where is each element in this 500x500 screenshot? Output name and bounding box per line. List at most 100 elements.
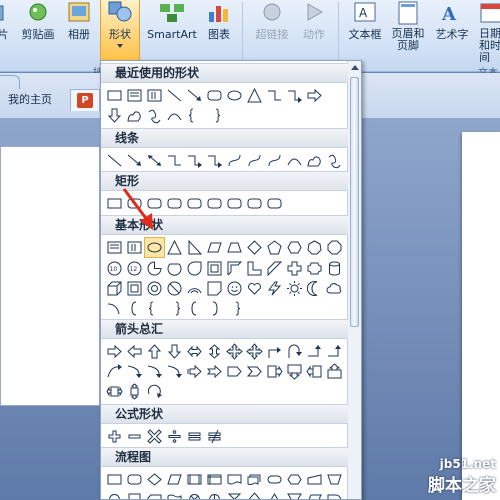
shape-oct-icon[interactable] [325, 238, 344, 257]
shape-eqPlus-icon[interactable] [105, 427, 124, 446]
shape-rtri-icon[interactable] [185, 238, 204, 257]
shape-dblarrow-icon[interactable] [145, 151, 164, 170]
shape-elbowar-icon[interactable] [285, 86, 304, 105]
shape-fDelay-icon[interactable] [325, 490, 344, 499]
shape-frame-icon[interactable] [205, 259, 224, 278]
scroll-thumb[interactable] [350, 77, 359, 327]
clipart-button[interactable]: 剪贴画 [16, 0, 60, 62]
shape-brace-icon[interactable] [185, 106, 204, 125]
shape-arrowln-icon[interactable] [185, 86, 204, 105]
shape-bevel-icon[interactable] [125, 279, 144, 298]
shape-fOr-icon[interactable] [205, 490, 224, 499]
shape-can-icon[interactable] [325, 259, 344, 278]
shape-cross4-icon[interactable] [225, 342, 244, 361]
shape-scurve-icon[interactable] [245, 151, 264, 170]
shape-fJunc-icon[interactable] [185, 490, 204, 499]
shape-brack-icon[interactable] [125, 299, 144, 318]
shape-noSym-icon[interactable] [165, 279, 184, 298]
chart-button[interactable]: 图表 [204, 0, 234, 62]
shape-fDoc-icon[interactable] [225, 470, 244, 489]
shape-braceR-icon[interactable] [225, 299, 244, 318]
shape-notched-icon[interactable] [205, 362, 224, 381]
shape-rrect-icon[interactable] [225, 194, 244, 213]
shape-callU-icon[interactable] [325, 362, 344, 381]
action-button[interactable]: 动作 [298, 0, 330, 62]
shape-curvedD-icon[interactable] [145, 362, 164, 381]
scroll-up-icon[interactable] [351, 65, 359, 70]
shape-rrect-icon[interactable] [245, 194, 264, 213]
shape-pie-icon[interactable] [145, 259, 164, 278]
shape-bentR-icon[interactable] [265, 342, 284, 361]
shape-scribble-icon[interactable] [325, 151, 344, 170]
textbox-button[interactable]: A 文本框 [344, 0, 386, 62]
shape-blockR-icon[interactable] [105, 342, 124, 361]
shape-fConn-icon[interactable] [105, 490, 124, 499]
shape-lshape-icon[interactable] [245, 259, 264, 278]
shape-tear-icon[interactable] [185, 259, 204, 278]
shape-arcLine-icon[interactable] [105, 299, 124, 318]
shape-fold-icon[interactable] [205, 279, 224, 298]
shape-eqMul-icon[interactable] [145, 427, 164, 446]
shape-callL-icon[interactable] [305, 362, 324, 381]
shape-eqMinus-icon[interactable] [125, 427, 144, 446]
shape-freeform-icon[interactable] [125, 106, 144, 125]
shape-fExt-icon[interactable] [265, 490, 284, 499]
shape-blockL-icon[interactable] [125, 342, 144, 361]
shape-callQuad-icon[interactable] [125, 382, 144, 401]
shape-eqEq-icon[interactable] [185, 427, 204, 446]
shape-arrowln-icon[interactable] [125, 151, 144, 170]
shape-cloud-icon[interactable] [325, 279, 344, 298]
shape-hex-icon[interactable] [285, 238, 304, 257]
slide-thumbnail[interactable] [0, 146, 100, 406]
shape-fMulti-icon[interactable] [245, 470, 264, 489]
shape-brackR-icon[interactable] [205, 299, 224, 318]
shape-curve-icon[interactable] [285, 151, 304, 170]
shape-moon-icon[interactable] [305, 279, 324, 298]
header-footer-button[interactable]: 页眉和页脚 [388, 0, 428, 62]
shape-oval-icon[interactable] [144, 236, 165, 258]
shape-curvedD-icon[interactable] [125, 362, 144, 381]
shape-blockD-icon[interactable] [165, 342, 184, 361]
shape-para-icon[interactable] [205, 238, 224, 257]
shape-fCard-icon[interactable] [145, 490, 164, 499]
shape-plus-icon[interactable] [285, 259, 304, 278]
shape-pent-icon[interactable] [265, 238, 284, 257]
shape-callD-icon[interactable] [285, 362, 304, 381]
shape-scribble-icon[interactable] [145, 106, 164, 125]
datetime-button[interactable]: 日期和时间 [476, 0, 500, 62]
shape-num10-icon[interactable]: 10 [105, 259, 124, 278]
shapes-button[interactable]: 形状 [100, 0, 140, 62]
shape-curvedR-icon[interactable] [105, 362, 124, 381]
shape-callLR-icon[interactable] [105, 382, 124, 401]
shape-elbowar-icon[interactable] [185, 151, 204, 170]
shape-donut-icon[interactable] [145, 279, 164, 298]
shape-scurve-icon[interactable] [225, 151, 244, 170]
shape-heart-icon[interactable] [245, 279, 264, 298]
shape-blockLR-icon[interactable] [185, 342, 204, 361]
shape-chord-icon[interactable] [165, 259, 184, 278]
shape-bentUp-icon[interactable] [305, 342, 324, 361]
shape-fSort-icon[interactable] [245, 490, 264, 499]
shape-rrect-icon[interactable] [205, 86, 224, 105]
shape-uturnU-icon[interactable] [285, 342, 304, 361]
shape-chevron-icon[interactable] [245, 362, 264, 381]
shape-blockD-icon[interactable] [105, 106, 124, 125]
shape-fMerge-icon[interactable] [285, 490, 304, 499]
shape-elbow-icon[interactable] [165, 151, 184, 170]
pane-tab[interactable] [0, 75, 20, 89]
shape-elbowar-icon[interactable] [205, 151, 224, 170]
shape-rrect-icon[interactable] [165, 194, 184, 213]
picture-button[interactable]: 片 [0, 0, 12, 62]
shape-oval-icon[interactable] [225, 86, 244, 105]
shape-fPre-icon[interactable] [185, 470, 204, 489]
shape-blockU-icon[interactable] [145, 342, 164, 361]
shape-bolt-icon[interactable] [265, 279, 284, 298]
shape-striped-icon[interactable] [185, 362, 204, 381]
wordart-button[interactable]: A 艺术字 [432, 0, 472, 62]
shape-fManOp-icon[interactable] [325, 470, 344, 489]
shape-diamond-icon[interactable] [245, 238, 264, 257]
shape-blockUD-icon[interactable] [205, 342, 224, 361]
shape-sun-icon[interactable] [285, 279, 304, 298]
shape-bentUp-icon[interactable] [325, 342, 344, 361]
shape-elbow-icon[interactable] [265, 86, 284, 105]
